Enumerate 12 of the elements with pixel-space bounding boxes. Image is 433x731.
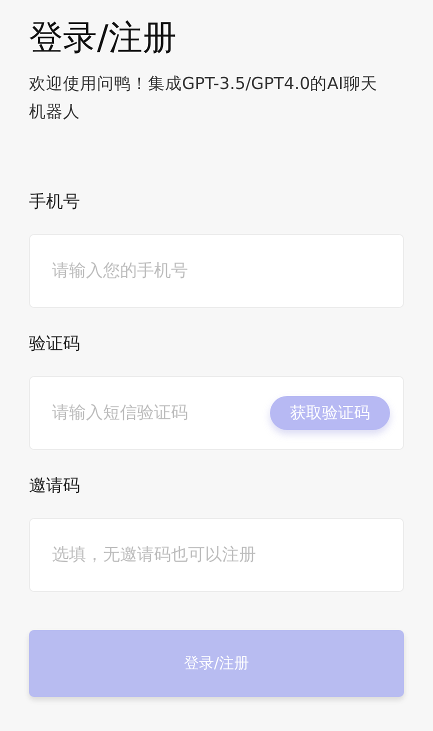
text-input[interactable]: 选填，无邀请码也可以注册 — [50, 544, 390, 566]
text-input[interactable]: 请输入您的手机号 — [50, 260, 390, 282]
text-input[interactable]: 请输入短信验证码 — [50, 402, 270, 424]
input-field[interactable]: 选填，无邀请码也可以注册 — [29, 518, 404, 592]
field-label: 邀请码 — [29, 475, 81, 498]
input-field[interactable]: 请输入短信验证码 获取验证码 — [29, 376, 404, 450]
page-title: 登录/注册 — [29, 17, 178, 60]
field-label: 验证码 — [29, 333, 81, 356]
field-label: 手机号 — [29, 191, 81, 214]
subtitle: 欢迎使用问鸭！集成GPT-3.5/GPT4.0的AI聊天机器人 — [29, 73, 378, 123]
input-field[interactable]: 请输入您的手机号 — [29, 234, 404, 308]
get-code-button[interactable]: 获取验证码 — [270, 396, 390, 430]
